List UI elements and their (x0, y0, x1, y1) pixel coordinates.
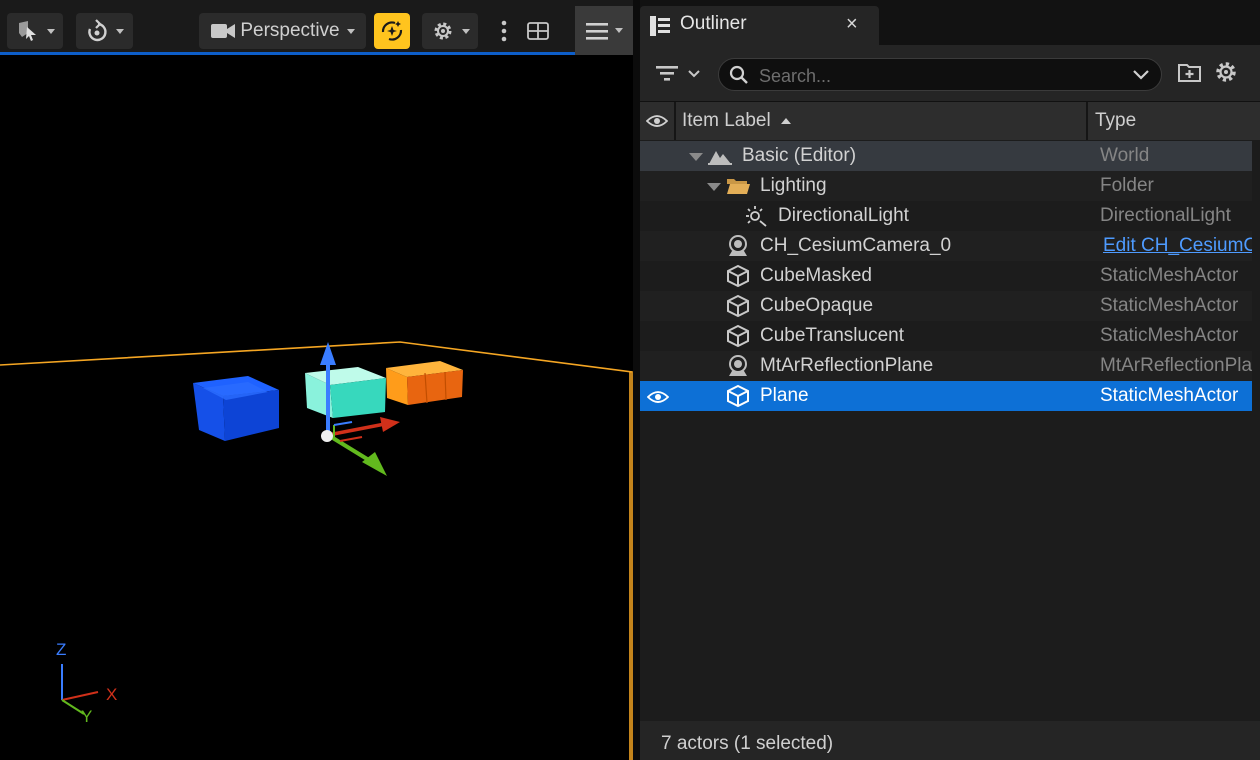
static-mesh-icon (727, 264, 749, 288)
chevron-down-icon[interactable] (1133, 70, 1149, 80)
add-folder-button[interactable] (1178, 61, 1202, 88)
viewport-toolbar: Perspective (0, 0, 633, 55)
tree-row-type: StaticMeshActor (1100, 385, 1239, 406)
viewport-menu-button[interactable] (575, 6, 633, 55)
transform-mode-button[interactable] (76, 13, 133, 49)
tree-row-label: CH_CesiumCamera_0 (760, 235, 952, 256)
cube-translucent-mesh[interactable] (305, 367, 386, 418)
grid-layout-icon (527, 22, 549, 40)
item-label-header-text: Item Label (682, 110, 771, 131)
tree-row-label: CubeMasked (760, 265, 872, 286)
collapse-arrow-icon[interactable] (689, 153, 703, 161)
camera-icon (211, 24, 236, 38)
viewport-scene[interactable]: Z X Y (0, 55, 633, 760)
tree-row-label: Lighting (760, 175, 827, 196)
hamburger-menu-icon (585, 22, 608, 40)
axis-z-label: Z (56, 640, 66, 659)
outliner-settings-button[interactable] (1214, 60, 1238, 89)
add-folder-icon (1178, 64, 1201, 82)
close-icon[interactable]: × (846, 13, 858, 36)
tree-row-type: World (1100, 145, 1150, 166)
actor-icon (729, 355, 747, 376)
axis-x-label: X (106, 685, 117, 704)
filter-icon (656, 66, 700, 81)
tab-title: Outliner (680, 13, 747, 34)
tree-row-label: CubeTranslucent (760, 325, 904, 346)
item-label-column-header[interactable]: Item Label (676, 102, 1088, 140)
scrollbar-track[interactable] (1252, 141, 1260, 721)
outliner-tab-bar: Outliner × (640, 0, 1260, 45)
collapse-arrow-icon[interactable] (707, 183, 721, 191)
tree-row-type: Folder (1100, 175, 1154, 196)
outliner-status-bar: 7 actors (1 selected) (640, 721, 1260, 760)
more-options-button[interactable] (490, 13, 518, 49)
search-input[interactable] (757, 63, 1121, 89)
tree-row-cube-masked[interactable]: CubeMasked StaticMeshActor (640, 261, 1252, 291)
transform-mode-icon (88, 19, 107, 42)
type-column-header[interactable]: Type (1088, 102, 1260, 140)
vertical-dots-icon (501, 20, 507, 42)
select-mode-icon (18, 21, 36, 41)
static-mesh-icon (727, 324, 749, 348)
tree-row-cesium-camera[interactable]: CH_CesiumCamera_0 Edit CH_CesiumC (640, 231, 1255, 261)
cube-masked-mesh[interactable] (193, 376, 279, 441)
world-icon (708, 151, 732, 165)
realtime-button[interactable] (374, 13, 410, 49)
actor-icon (729, 235, 747, 256)
perspective-label: Perspective (240, 20, 340, 41)
actor-count-status: 7 actors (1 selected) (661, 733, 834, 754)
tree-row-folder[interactable]: Lighting Folder (640, 171, 1252, 201)
visibility-column-header[interactable] (640, 102, 676, 140)
show-options-button[interactable] (422, 13, 478, 49)
static-mesh-icon (727, 384, 749, 408)
tree-row-type: DirectionalLight (1100, 205, 1231, 226)
tree-row-cube-opaque[interactable]: CubeOpaque StaticMeshActor (640, 291, 1252, 321)
tab-outliner[interactable]: Outliner × (640, 6, 879, 45)
gear-icon (1216, 62, 1236, 82)
level-viewport[interactable]: Perspective Z X Y (0, 0, 633, 760)
viewport-layout-button[interactable] (520, 13, 556, 49)
tree-row-label: Basic (Editor) (742, 145, 857, 166)
panel-splitter[interactable] (633, 0, 640, 760)
outliner-column-header: Item Label Type (640, 101, 1260, 140)
tree-row-type: StaticMeshActor (1100, 325, 1239, 346)
tree-row-type: StaticMeshActor (1100, 265, 1239, 286)
tree-row-label: CubeOpaque (760, 295, 874, 316)
tree-row-type: MtArReflectionPla (1100, 355, 1252, 376)
select-mode-button[interactable] (7, 13, 63, 49)
outliner-icon (650, 16, 670, 36)
tree-row-reflection-plane[interactable]: MtArReflectionPlane MtArReflectionPla (640, 351, 1252, 381)
tree-row-world[interactable]: Basic (Editor) World (640, 141, 1252, 171)
sort-ascending-icon (780, 118, 791, 124)
filter-button[interactable] (654, 61, 704, 92)
perspective-button[interactable]: Perspective (199, 13, 366, 49)
static-mesh-icon (727, 294, 749, 318)
tree-row-label: DirectionalLight (778, 205, 909, 226)
eye-icon[interactable] (647, 390, 669, 404)
directional-light-icon (746, 206, 767, 227)
tree-row-directional-light[interactable]: DirectionalLight DirectionalLight (640, 201, 1252, 231)
tree-row-label: Plane (760, 385, 809, 406)
type-header-text: Type (1095, 110, 1137, 131)
folder-icon (727, 179, 750, 194)
search-icon (729, 65, 748, 84)
outliner-panel: Outliner × Search... Item Label Type Bas… (640, 0, 1260, 760)
edit-blueprint-link[interactable]: Edit CH_CesiumC (1103, 235, 1255, 257)
world-axis-indicator: Z X Y (56, 640, 117, 726)
outliner-toolbar (640, 45, 1260, 101)
eye-icon (646, 115, 668, 127)
outliner-tree: Basic (Editor) World Lighting Folder Dir… (640, 141, 1255, 721)
gear-icon (434, 22, 451, 40)
search-box (718, 58, 1162, 91)
realtime-sparkle-icon (381, 21, 403, 41)
tree-row-plane[interactable]: Plane StaticMeshActor (640, 381, 1252, 411)
tree-row-type: StaticMeshActor (1100, 295, 1239, 316)
cube-opaque-mesh[interactable] (386, 361, 463, 405)
tree-row-cube-translucent[interactable]: CubeTranslucent StaticMeshActor (640, 321, 1252, 351)
tree-row-label: MtArReflectionPlane (760, 355, 934, 376)
axis-y-label: Y (81, 707, 92, 726)
